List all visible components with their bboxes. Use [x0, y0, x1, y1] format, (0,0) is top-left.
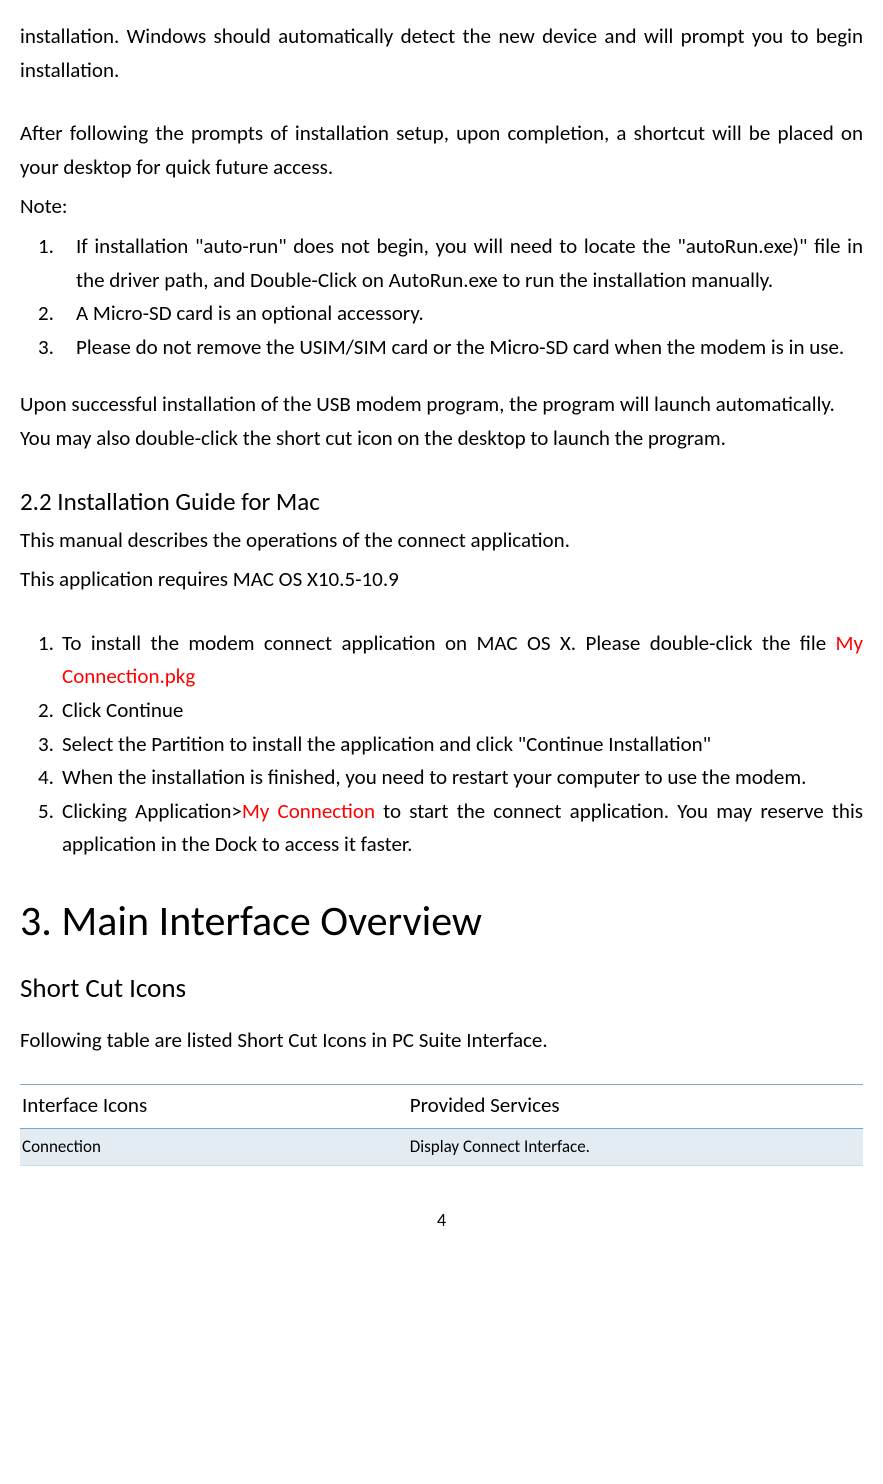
- mac-steps-list: To install the modem connect application…: [20, 627, 863, 862]
- mac-step-5: Clicking Application>My Connection to st…: [62, 795, 863, 862]
- shortcut-intro: Following table are listed Short Cut Ico…: [20, 1024, 863, 1058]
- my-connection-app: My Connection: [242, 798, 375, 824]
- mac-step-1a: To install the modem connect application…: [62, 630, 836, 656]
- page-number: 4: [20, 1206, 863, 1235]
- note-list: If installation "auto-run" does not begi…: [20, 230, 863, 364]
- mac-heading: 2.2 Installation Guide for Mac: [20, 482, 863, 522]
- table-row: Connection Display Connect Interface.: [20, 1129, 863, 1165]
- icons-table: Interface Icons Provided Services Connec…: [20, 1084, 863, 1166]
- intro-paragraph-2: After following the prompts of installat…: [20, 117, 863, 184]
- mac-step-1: To install the modem connect application…: [62, 627, 863, 694]
- header-provided-services: Provided Services: [408, 1084, 863, 1129]
- shortcut-icons-heading: Short Cut Icons: [20, 967, 863, 1010]
- note-item-1: If installation "auto-run" does not begi…: [76, 230, 863, 297]
- mac-step-2: Click Continue: [62, 694, 863, 728]
- main-interface-heading: 3. Main Interface Overview: [20, 888, 863, 955]
- intro-paragraph-1: installation. Windows should automatical…: [20, 20, 863, 87]
- note-item-3: Please do not remove the USIM/SIM card o…: [76, 331, 863, 365]
- mac-step-3: Select the Partition to install the appl…: [62, 728, 863, 762]
- note-label: Note:: [20, 190, 863, 224]
- mac-step-4: When the installation is finished, you n…: [62, 761, 863, 795]
- post-install-paragraph: Upon successful installation of the USB …: [20, 388, 863, 455]
- note-item-2: A Micro-SD card is an optional accessory…: [76, 297, 863, 331]
- cell-display-connect: Display Connect Interface.: [408, 1129, 863, 1165]
- mac-step-5a: Clicking Application>: [62, 798, 242, 824]
- header-interface-icons: Interface Icons: [20, 1084, 408, 1129]
- mac-intro-1: This manual describes the operations of …: [20, 524, 863, 558]
- table-header-row: Interface Icons Provided Services: [20, 1084, 863, 1129]
- mac-intro-2: This application requires MAC OS X10.5-1…: [20, 563, 863, 597]
- cell-connection: Connection: [20, 1129, 408, 1165]
